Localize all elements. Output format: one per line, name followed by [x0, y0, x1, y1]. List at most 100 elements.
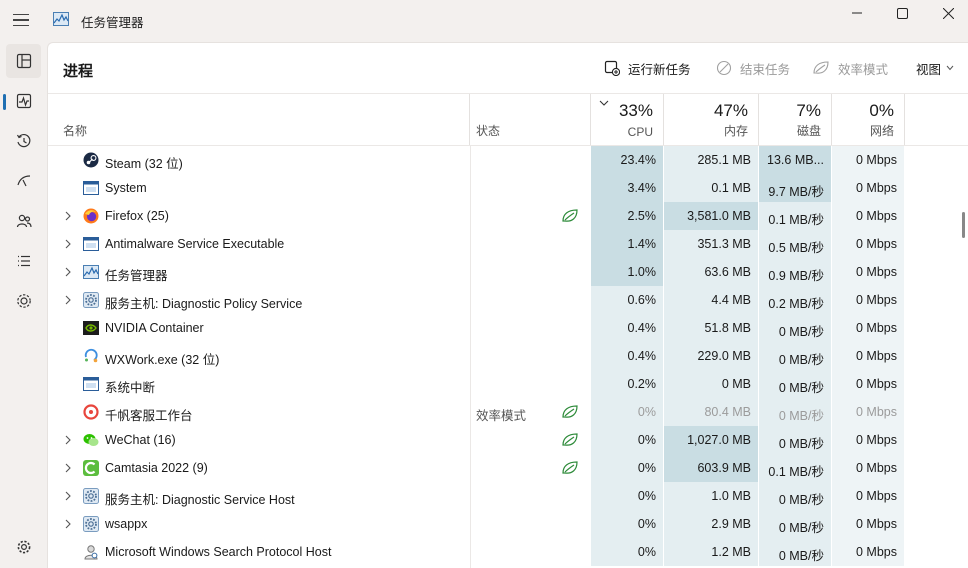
- network-percent: 0%: [869, 101, 894, 120]
- table-row[interactable]: WXWork.exe (32 位) 0.4% 229.0 MB 0 MB/秒 0 Mbp…: [48, 342, 968, 370]
- expand-chevron-icon[interactable]: [64, 519, 72, 529]
- sidebar-item-services[interactable]: [6, 284, 41, 318]
- scrollbar-thumb[interactable]: [962, 212, 965, 238]
- process-name: 任务管理器: [105, 269, 168, 283]
- table-row[interactable]: 千帆客服工作台 效率模式 0% 80.4 MB 0 MB/秒 0 Mbps: [48, 398, 968, 426]
- maximize-button[interactable]: [879, 3, 925, 23]
- run-new-task-button[interactable]: 运行新任务: [604, 57, 691, 79]
- mem-cell: 1.2 MB: [664, 538, 758, 566]
- processes-page: 进程 运行新任务 结束任务 效率模式 视图 名称 状态 33% CPU 47% …: [47, 42, 968, 568]
- expand-chevron-icon[interactable]: [64, 239, 72, 249]
- maximize-icon: [896, 7, 908, 19]
- net-cell: 0 Mbps: [832, 482, 904, 510]
- users-icon: [16, 214, 32, 228]
- cpu-cell: 1.0%: [591, 258, 663, 286]
- startup-icon: [16, 175, 30, 187]
- cpu-cell: 3.4%: [591, 174, 663, 202]
- table-row[interactable]: Firefox (25) 2.5% 3,581.0 MB 0.1 MB/秒 0 Mbps: [48, 202, 968, 230]
- sidebar-item-details[interactable]: [6, 244, 41, 278]
- process-name: Camtasia 2022 (9): [105, 461, 208, 475]
- table-row[interactable]: 任务管理器 1.0% 63.6 MB 0.9 MB/秒 0 Mbps: [48, 258, 968, 286]
- sidebar-item-startup-apps[interactable]: [6, 164, 41, 198]
- net-cell: 0 Mbps: [832, 174, 904, 202]
- column-header-network[interactable]: 0% 网络: [832, 94, 905, 145]
- nvidia-icon: [83, 321, 99, 335]
- taskmgr-icon: [83, 265, 99, 279]
- minimize-button[interactable]: [834, 3, 880, 23]
- process-name: NVIDIA Container: [105, 321, 204, 335]
- system-icon: [83, 181, 99, 195]
- table-row[interactable]: Steam (32 位) 23.4% 285.1 MB 13.6 MB... 0 Mbp…: [48, 146, 968, 174]
- disk-cell: 0.1 MB/秒: [759, 454, 831, 482]
- net-cell: 0 Mbps: [832, 342, 904, 370]
- disk-cell: 0.1 MB/秒: [759, 202, 831, 230]
- process-table: 名称 状态 33% CPU 47% 内存 7% 磁盘 0% 网络 Steam (…: [48, 94, 968, 568]
- expand-chevron-icon[interactable]: [64, 435, 72, 445]
- end-task-button[interactable]: 结束任务: [716, 57, 790, 79]
- cpu-cell: 0%: [591, 482, 663, 510]
- table-row[interactable]: 服务主机: Diagnostic Service Host 0% 1.0 MB 0 M…: [48, 482, 968, 510]
- table-row[interactable]: wsappx 0% 2.9 MB 0 MB/秒 0 Mbps: [48, 510, 968, 538]
- net-cell: 0 Mbps: [832, 286, 904, 314]
- sidebar-item-performance[interactable]: [6, 84, 41, 118]
- disk-cell: 0 MB/秒: [759, 510, 831, 538]
- process-name: 服务主机: Diagnostic Policy Service: [105, 297, 303, 311]
- table-row[interactable]: System 3.4% 0.1 MB 9.7 MB/秒 0 Mbps: [48, 174, 968, 202]
- net-cell: 0 Mbps: [832, 146, 904, 174]
- mem-cell: 351.3 MB: [664, 230, 758, 258]
- column-header-status[interactable]: 状态: [470, 94, 591, 145]
- table-row[interactable]: Microsoft Windows Search Protocol Host 0%…: [48, 538, 968, 566]
- net-cell: 0 Mbps: [832, 426, 904, 454]
- sidebar-item-processes[interactable]: [6, 44, 41, 78]
- column-header-disk[interactable]: 7% 磁盘: [759, 94, 832, 145]
- service-host-icon: [83, 292, 99, 308]
- disk-cell: 13.6 MB...: [759, 146, 831, 174]
- column-name-label: 名称: [63, 124, 88, 138]
- expand-chevron-icon[interactable]: [64, 267, 72, 277]
- memory-label: 内存: [723, 124, 748, 138]
- process-name: Microsoft Windows Search Protocol Host: [105, 545, 332, 559]
- table-row[interactable]: Antimalware Service Executable 1.4% 351.3 …: [48, 230, 968, 258]
- sidebar-item-settings[interactable]: [6, 530, 41, 564]
- table-row[interactable]: 服务主机: Diagnostic Policy Service 0.6% 4.4 M…: [48, 286, 968, 314]
- sidebar-item-app-history[interactable]: [6, 124, 41, 158]
- disk-cell: 0 MB/秒: [759, 482, 831, 510]
- close-button[interactable]: [925, 3, 968, 23]
- column-header-memory[interactable]: 47% 内存: [664, 94, 759, 145]
- column-header-cpu[interactable]: 33% CPU: [591, 94, 664, 145]
- net-cell: 0 Mbps: [832, 314, 904, 342]
- table-row[interactable]: WeChat (16) 0% 1,027.0 MB 0 MB/秒 0 Mbps: [48, 426, 968, 454]
- view-menu-button[interactable]: 视图: [916, 57, 954, 79]
- table-row[interactable]: NVIDIA Container 0.4% 51.8 MB 0 MB/秒 0 Mbps: [48, 314, 968, 342]
- disk-cell: 9.7 MB/秒: [759, 174, 831, 202]
- disk-percent: 7%: [796, 101, 821, 120]
- mem-cell: 63.6 MB: [664, 258, 758, 286]
- efficiency-leaf-icon: [562, 209, 578, 222]
- table-row[interactable]: Camtasia 2022 (9) 0% 603.9 MB 0.1 MB/秒 0 Mbp…: [48, 454, 968, 482]
- expand-chevron-icon[interactable]: [64, 463, 72, 473]
- search-host-icon: [84, 545, 98, 560]
- service-host-icon: [83, 488, 99, 504]
- run-new-task-label: 运行新任务: [628, 62, 691, 77]
- column-header-name[interactable]: 名称: [48, 94, 470, 145]
- process-name: System: [105, 181, 147, 195]
- cpu-cell: 0%: [591, 538, 663, 566]
- table-row[interactable]: 系统中断 0.2% 0 MB 0 MB/秒 0 Mbps: [48, 370, 968, 398]
- settings-icon: [17, 540, 30, 554]
- page-title: 进程: [63, 63, 94, 80]
- mem-cell: 1.0 MB: [664, 482, 758, 510]
- cpu-cell: 0.6%: [591, 286, 663, 314]
- net-cell: 0 Mbps: [832, 398, 904, 426]
- efficiency-mode-button[interactable]: 效率模式: [812, 57, 888, 79]
- expand-chevron-icon[interactable]: [64, 211, 72, 221]
- sidebar-item-users[interactable]: [6, 204, 41, 238]
- run-new-task-icon: [604, 60, 620, 76]
- services-icon: [16, 294, 31, 308]
- expand-chevron-icon[interactable]: [64, 295, 72, 305]
- disk-cell: 0.2 MB/秒: [759, 286, 831, 314]
- expand-chevron-icon[interactable]: [64, 491, 72, 501]
- mem-cell: 4.4 MB: [664, 286, 758, 314]
- steam-icon: [83, 152, 99, 168]
- hamburger-menu-icon[interactable]: [13, 14, 29, 27]
- network-label: 网络: [869, 124, 894, 138]
